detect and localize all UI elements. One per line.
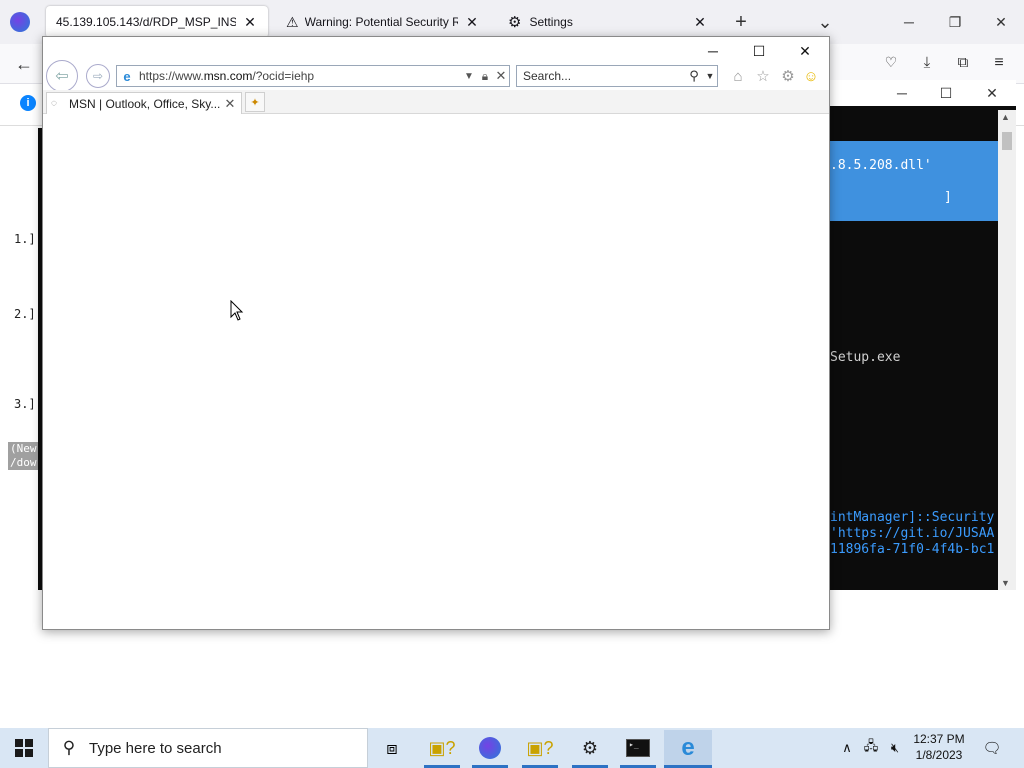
terminal-minimize-button[interactable]: ─ [882, 82, 922, 104]
terminal-maximize-button[interactable]: ☐ [926, 82, 966, 104]
clock-time: 12:37 PM [913, 732, 965, 746]
ie-maximize-button[interactable]: ☐ [736, 40, 782, 62]
home-icon[interactable]: ⌂ [727, 66, 749, 86]
taskbar-clock[interactable]: 12:37 PM 1/8/2023 [904, 731, 974, 763]
taskbar-search-placeholder: Type here to search [89, 739, 222, 757]
scrollbar-thumb[interactable] [1002, 132, 1012, 150]
console-snippet: (New [10, 442, 37, 455]
tab-label: Warning: Potential Security Risk [304, 15, 458, 29]
gear-icon: ⚙ [508, 14, 522, 31]
volume-muted-icon[interactable]: 🔇︎ [884, 728, 906, 768]
terminal-line-setup: Setup.exe [830, 350, 901, 365]
console-snippet: /dow [10, 456, 37, 469]
ie-address-bar[interactable]: e https://www.msn.com/?ocid=iehp ▼ 🔒︎ ✕ [116, 65, 510, 87]
taskbar-search-box[interactable]: ⚲ Type here to search [48, 728, 368, 768]
clock-date: 1/8/2023 [915, 748, 963, 762]
ie-forward-icon[interactable]: ⇨ [86, 64, 110, 88]
firefox-close-button[interactable]: ✕ [978, 8, 1024, 36]
ie-new-tab-icon[interactable]: ✦ [245, 92, 265, 112]
search-icon: ⚲ [62, 738, 76, 757]
info-icon: i [20, 95, 36, 111]
extensions-icon[interactable]: ⧉ [952, 54, 974, 74]
help-app-icon[interactable]: ▣? [418, 730, 466, 766]
console-label-3: 3.] [14, 397, 36, 411]
stop-icon[interactable]: ✕ [493, 68, 509, 84]
mouse-cursor-icon [230, 300, 244, 321]
terminal-progress-banner [830, 141, 998, 221]
ie-tab-msn[interactable]: ◌ MSN | Outlook, Office, Sky... ✕ [46, 92, 242, 114]
firefox-tab-warning[interactable]: ⚠ Warning: Potential Security Risk ✕ [276, 6, 490, 38]
firefox-maximize-button[interactable]: ❐ [932, 8, 978, 36]
network-icon[interactable]: 🖧︎ [860, 728, 882, 768]
firefox-back-button[interactable]: ← [10, 52, 38, 76]
scroll-up-icon[interactable]: ▲ [1001, 112, 1010, 122]
windows-logo-icon [15, 739, 33, 757]
firefox-tab-settings[interactable]: ⚙ Settings ✕ [498, 6, 718, 38]
task-view-icon[interactable]: ⧈ [368, 730, 416, 766]
loading-spinner-icon: ◌ [51, 98, 57, 109]
terminal-line-dll: .8.5.208.dll' [830, 158, 932, 173]
search-icon[interactable]: ⚲ [685, 68, 703, 84]
list-tabs-button[interactable]: ⌄ [802, 8, 848, 36]
tab-label: Settings [529, 15, 573, 29]
ie-minimize-button[interactable]: ─ [690, 40, 736, 62]
favorites-star-icon[interactable]: ☆ [752, 66, 774, 86]
terminal-scrollbar[interactable]: ▲ ▼ [998, 110, 1016, 590]
firefox-tab-rdp[interactable]: 45.139.105.143/d/RDP_MSP_INSTALL ✕ [46, 6, 268, 38]
firefox-minimize-button[interactable]: ─ [886, 8, 932, 36]
ie-search-box[interactable]: Search... ⚲ ▼ [516, 65, 718, 87]
ie-taskbar-icon[interactable]: e [664, 730, 712, 766]
tools-gear-icon[interactable]: ⚙ [777, 66, 799, 86]
address-url[interactable]: https://www.msn.com/?ocid=iehp [137, 69, 461, 83]
tab-close-icon[interactable]: ✕ [242, 14, 258, 31]
terminal-line-guid: 11896fa-71f0-4f4b-bc1 [830, 542, 995, 557]
url-domain: msn.com [203, 69, 253, 83]
console-highlight: (New /dow [8, 442, 38, 470]
console-label-1: 1.] [14, 232, 36, 246]
lock-icon[interactable]: 🔒︎ [477, 69, 493, 84]
start-button[interactable] [0, 728, 48, 768]
search-placeholder: Search... [523, 69, 572, 83]
notification-center-icon[interactable]: 🗨︎ [978, 728, 1006, 768]
ie-tab-close-icon[interactable]: ✕ [223, 96, 237, 112]
ie-tab-label: MSN | Outlook, Office, Sky... [69, 96, 221, 111]
firefox-taskbar-icon[interactable] [466, 730, 514, 766]
download-icon[interactable]: ⤓ [916, 54, 938, 74]
ie-logo-icon: e [123, 68, 131, 84]
menu-icon[interactable]: ≡ [988, 54, 1010, 74]
ie-back-icon[interactable]: ⇦ [46, 60, 78, 92]
ie-close-button[interactable]: ✕ [782, 40, 828, 62]
feedback-smiley-icon[interactable]: ☺ [800, 66, 822, 86]
terminal-line-security: intManager]::Security [830, 510, 995, 525]
terminal-line-bracket: ] [944, 190, 952, 205]
pocket-icon[interactable]: ♡ [880, 54, 902, 74]
url-prefix: https://www. [139, 69, 204, 83]
new-tab-button[interactable]: + [718, 8, 764, 36]
firefox-logo-icon[interactable] [10, 12, 30, 32]
tab-close-icon[interactable]: ✕ [464, 14, 480, 31]
terminal-line-url: 'https://git.io/JUSAA [830, 526, 995, 541]
show-hidden-icons-icon[interactable]: ∧ [836, 728, 858, 768]
warning-icon: ⚠ [286, 13, 299, 30]
terminal-taskbar-icon[interactable]: ▸_ [614, 730, 662, 766]
tab-close-icon[interactable]: ✕ [692, 14, 708, 31]
ie-page-content[interactable] [43, 115, 829, 629]
console-label-2: 2.] [14, 307, 36, 321]
help-app-icon-2[interactable]: ▣? [516, 730, 564, 766]
tab-label: 45.139.105.143/d/RDP_MSP_INSTALL [56, 15, 236, 29]
url-suffix: /?ocid=iehp [252, 69, 315, 83]
scroll-down-icon[interactable]: ▼ [1001, 578, 1010, 588]
settings-gear-icon[interactable]: ⚙ [566, 730, 614, 766]
search-dropdown-icon[interactable]: ▼ [703, 71, 717, 81]
address-dropdown-icon[interactable]: ▼ [461, 71, 477, 82]
terminal-close-button[interactable]: ✕ [972, 82, 1012, 104]
